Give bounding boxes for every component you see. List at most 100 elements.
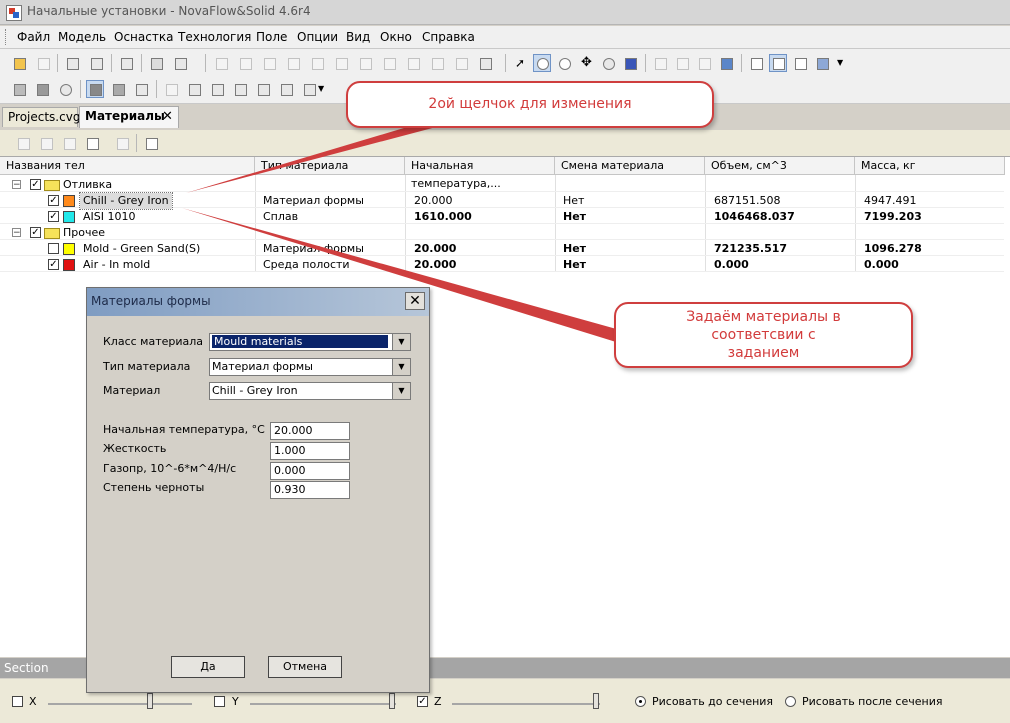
solid-icon[interactable] [86,80,104,98]
col-header-volume[interactable]: Объем, см^3 [705,157,855,175]
menu-help[interactable]: Справка [422,30,475,44]
group-row-other[interactable]: − ✓ Прочее [0,225,1010,241]
split-v-icon[interactable] [791,54,809,72]
draw-after-radio[interactable] [785,696,796,707]
material-change[interactable]: Нет [563,257,586,273]
material-change[interactable]: Нет [563,241,586,257]
menu-window[interactable]: Окно [380,30,412,44]
refresh-icon[interactable] [695,54,713,72]
table-row[interactable]: ✓ Air - In mold Среда полости 20.000 Нет… [0,257,1010,273]
col-header-initial-temp[interactable]: Начальная температура,... [405,157,555,190]
open-icon[interactable] [10,54,28,72]
select-rect-icon[interactable] [651,54,669,72]
y-axis-checkbox[interactable] [214,696,225,707]
gallery-icon[interactable] [34,54,52,72]
z-axis-checkbox[interactable]: ✓ [417,696,428,707]
menu-technology[interactable]: Технология [178,30,251,44]
cube-back-icon[interactable] [185,80,203,98]
group-other-checkbox[interactable]: ✓ [30,227,41,238]
group-casting-checkbox[interactable]: ✓ [30,179,41,190]
row-checkbox[interactable]: ✓ [48,259,59,270]
menu-options[interactable]: Опции [297,30,338,44]
collapse-icon[interactable]: − [12,180,21,190]
table-row[interactable]: ✓ AISI 1010 Сплав 1610.000 Нет 1046468.0… [0,209,1010,225]
mesh-icon[interactable] [10,80,28,98]
table-row[interactable]: Mold - Green Sand(S) Материал формы 20.0… [0,241,1010,257]
z-slider-thumb[interactable] [593,693,599,709]
x-slider-thumb[interactable] [147,693,153,709]
initial-temp[interactable]: 20.000 [414,257,456,273]
col-header-mass[interactable]: Масса, кг [855,157,1005,175]
arrow-icon[interactable] [60,134,78,152]
menu-field[interactable]: Поле [256,30,287,44]
close-icon[interactable]: ✕ [405,292,425,310]
chevron-down-icon[interactable]: ▼ [392,359,410,375]
close-icon[interactable]: ✕ [162,109,173,124]
cube-bottom-icon[interactable] [277,80,295,98]
chevron-down-icon[interactable]: ▼ [392,383,410,399]
layers-icon[interactable] [147,54,165,72]
body-name[interactable]: Air - In mold [83,257,150,273]
material-type[interactable]: Материал формы [263,241,364,257]
database-icon[interactable] [113,134,131,152]
cone-icon[interactable] [428,54,446,72]
material-type[interactable]: Сплав [263,209,298,225]
gas-permeability-field[interactable]: 0.000 [270,462,350,480]
anchor-icon[interactable] [308,54,326,72]
solid-edges-icon[interactable] [109,80,127,98]
lock-icon[interactable] [452,54,470,72]
material-select[interactable]: Chill - Grey Iron ▼ [209,382,411,400]
row-checkbox[interactable] [48,243,59,254]
col-header-body-name[interactable]: Названия тел [0,157,255,175]
cube-right-icon[interactable] [231,80,249,98]
disc-icon[interactable] [404,54,422,72]
zoom-out-icon[interactable] [555,54,573,72]
material-change[interactable]: Нет [563,193,584,209]
initial-temp[interactable]: 20.000 [414,241,456,257]
menu-file[interactable]: Файл [17,30,50,44]
menu-model[interactable]: Модель [58,30,106,44]
material-type[interactable]: Среда полости [263,257,350,273]
tab-projects[interactable]: Projects.cvg [2,107,80,127]
split-h-icon[interactable] [813,54,831,72]
draw-before-radio[interactable] [635,696,646,707]
cursor-icon[interactable]: ➚ [511,54,529,72]
single-view-icon[interactable] [769,54,787,72]
blank-page-icon[interactable] [83,134,101,152]
collapse-icon[interactable]: − [12,228,21,238]
emissivity-field[interactable]: 0.930 [270,481,350,499]
slices-icon[interactable] [621,54,639,72]
group-row-casting[interactable]: − ✓ Отливка [0,177,1010,193]
new-view-icon[interactable] [747,54,765,72]
x-axis-checkbox[interactable] [12,696,23,707]
menu-tooling[interactable]: Оснастка [114,30,173,44]
body-name[interactable]: AISI 1010 [83,209,136,225]
material-type-select[interactable]: Материал формы ▼ [209,358,411,376]
material-class-select[interactable]: Mould materials ▼ [209,333,411,351]
rotate-icon[interactable] [599,54,617,72]
add-body-icon[interactable] [14,134,32,152]
cube-top-icon[interactable] [254,80,272,98]
cube-front-icon[interactable] [162,80,180,98]
col-header-material-change[interactable]: Смена материала [555,157,705,175]
move-part-icon[interactable] [284,54,302,72]
save-icon[interactable] [117,54,135,72]
initial-temp[interactable]: 20.000 [414,193,453,209]
menu-view[interactable]: Вид [346,30,370,44]
contour-icon[interactable] [56,80,74,98]
x-slider-track[interactable] [48,703,192,705]
body-name[interactable]: Mold - Green Sand(S) [83,241,200,257]
snap-icon[interactable] [171,54,189,72]
stiffness-field[interactable]: 1.000 [270,442,350,460]
measure-icon[interactable] [236,54,254,72]
preview-icon[interactable] [87,54,105,72]
cube-left-icon[interactable] [208,80,226,98]
transparent-icon[interactable] [132,80,150,98]
y-slider-track[interactable] [250,703,396,705]
col-header-material-type[interactable]: Тип материала [255,157,405,175]
cube-dropdown-icon[interactable] [476,54,494,72]
table-row[interactable]: ✓ Chill - Grey Iron Материал формы 20.00… [0,192,1010,210]
ok-button[interactable]: Да [171,656,245,678]
pan-icon[interactable]: ✥ [577,54,595,72]
table-icon[interactable] [142,134,160,152]
